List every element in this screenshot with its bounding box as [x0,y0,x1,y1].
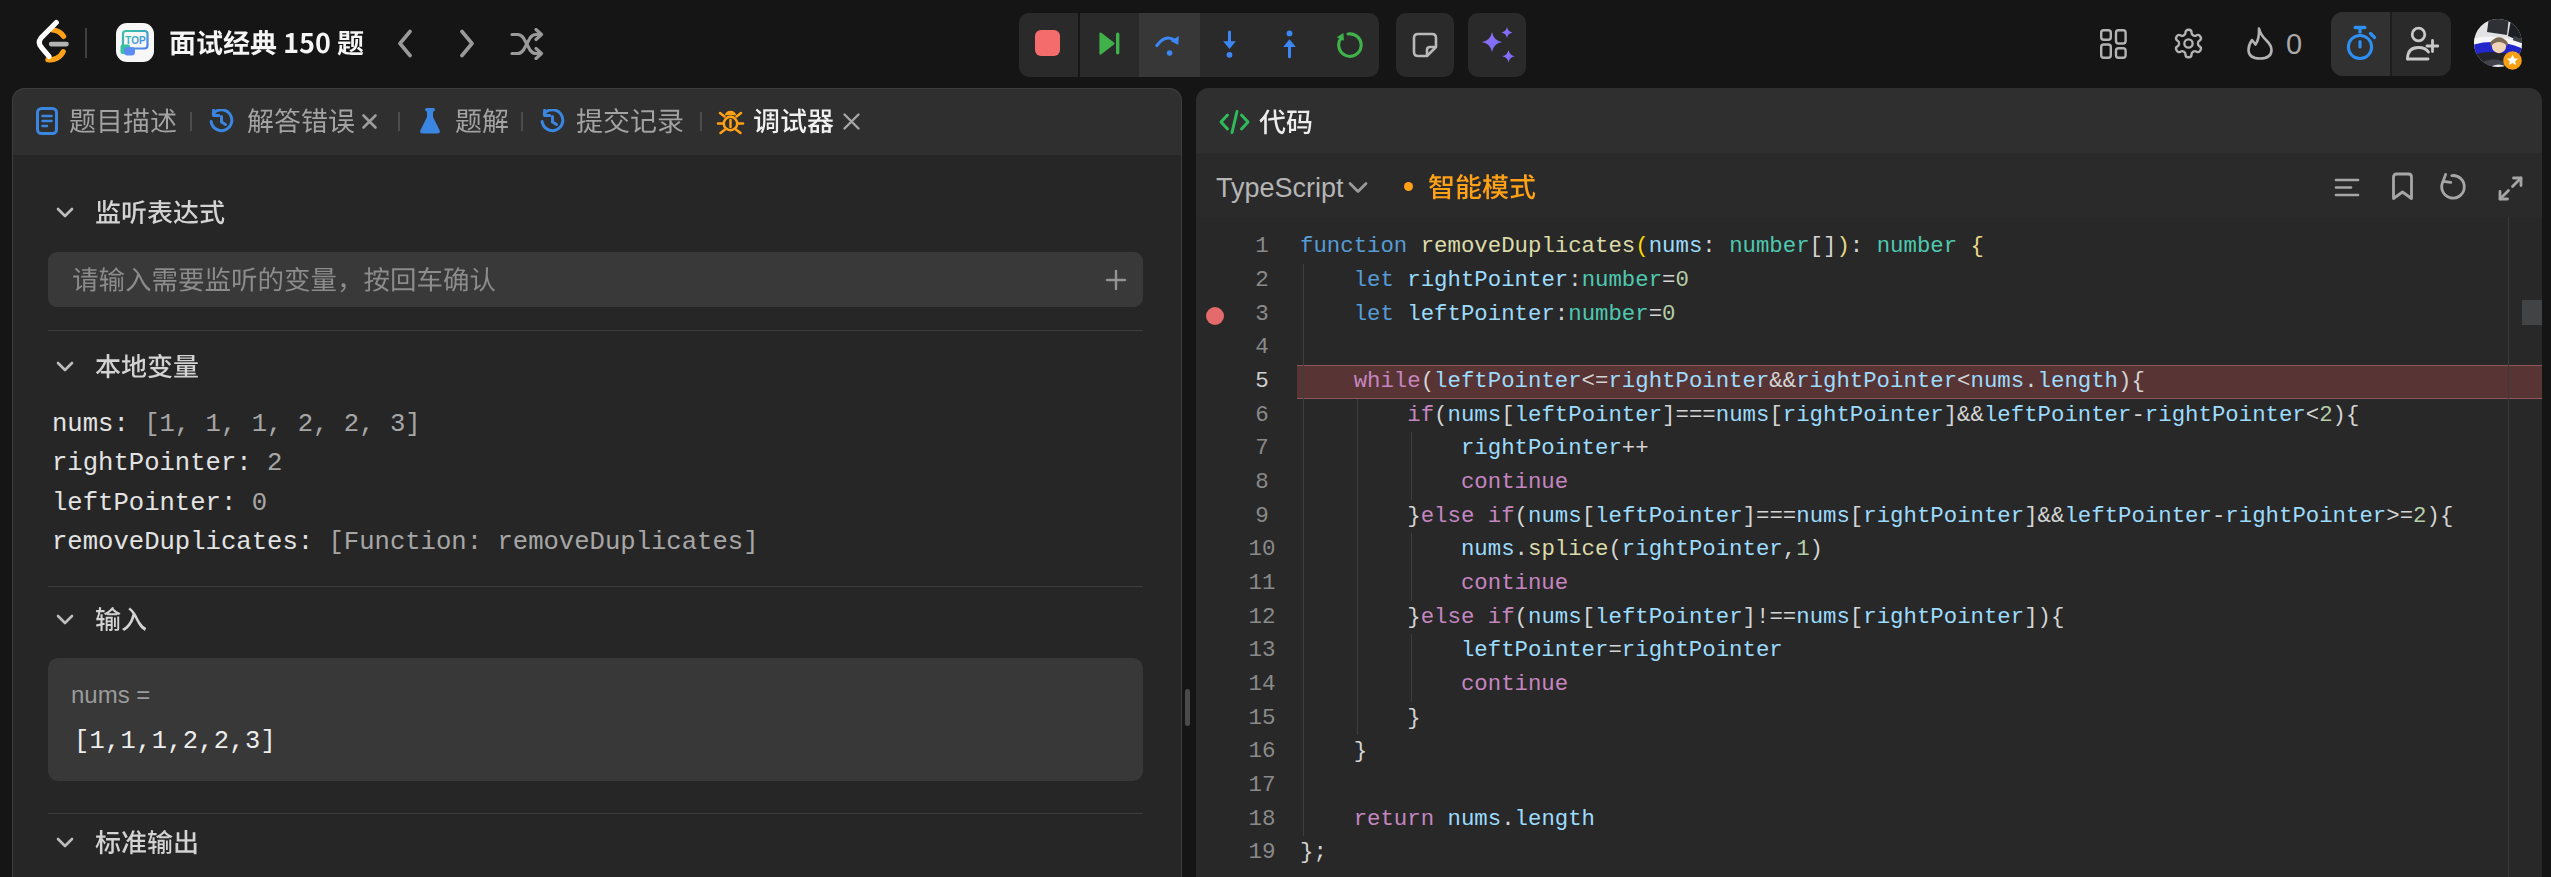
svg-text:TOP: TOP [125,35,146,46]
